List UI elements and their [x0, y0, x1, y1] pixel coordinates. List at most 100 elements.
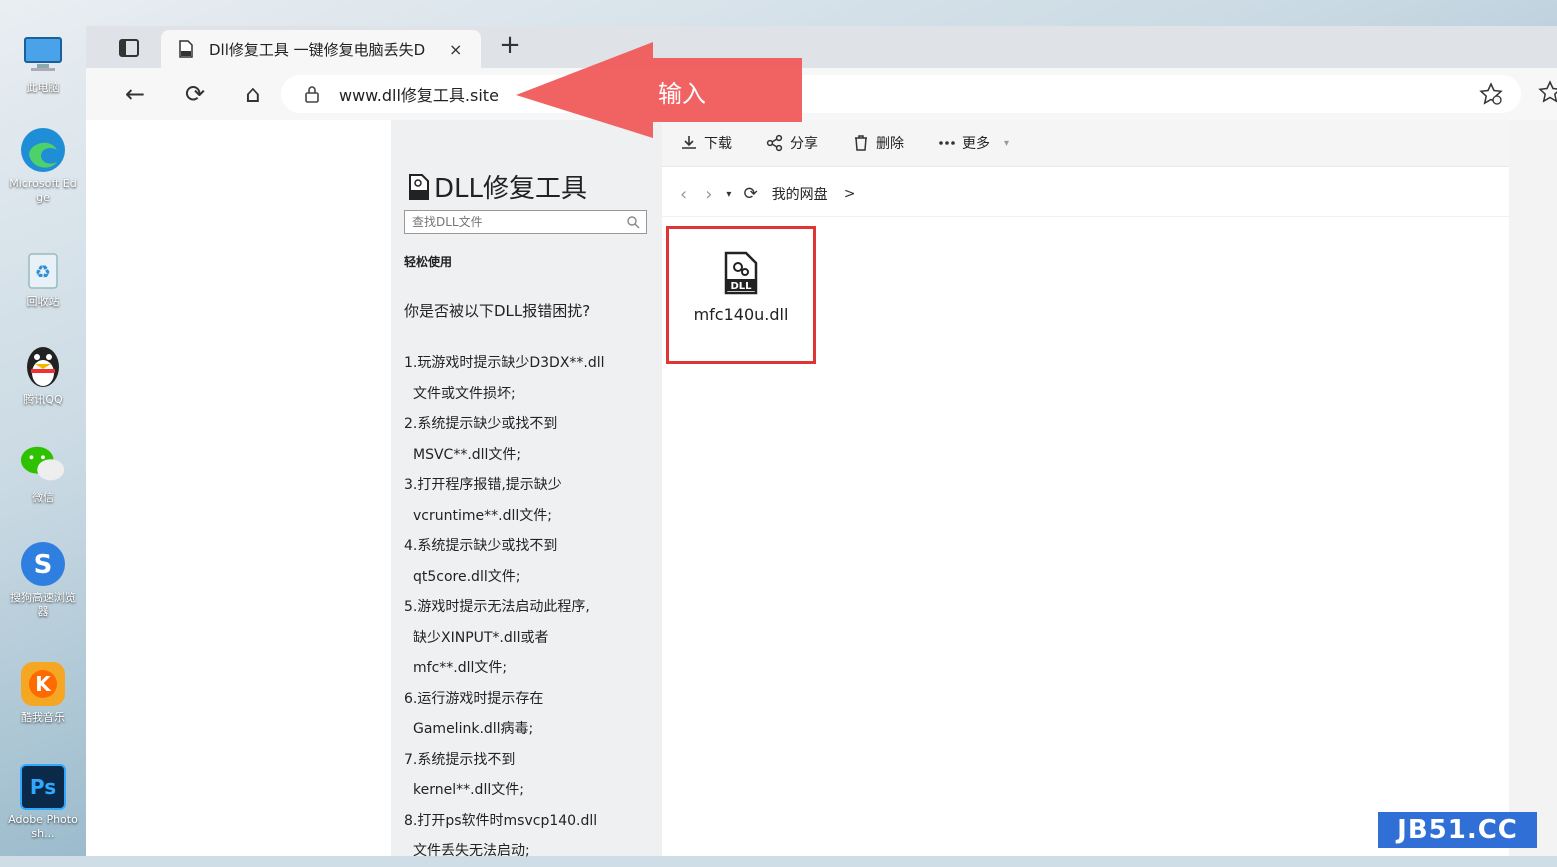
tab-actions-icon — [119, 39, 139, 57]
list-item: 5.游戏时提示无法启动此程序, 缺少XINPUT*.dll或者 mfc**.dl… — [404, 592, 654, 684]
favorites-icon[interactable] — [1538, 80, 1557, 104]
easy-use-heading: 轻松使用 — [404, 255, 453, 269]
delete-label: 删除 — [876, 136, 904, 152]
desktop-icon-label: 搜狗高速浏览器 — [10, 591, 76, 618]
tab-bar: Dll修复工具 一键修复电脑丢失D × + — [86, 26, 1557, 68]
add-favorite-icon[interactable] — [1479, 82, 1503, 106]
dll-search-box — [404, 210, 647, 234]
nav-forward-icon[interactable]: › — [705, 184, 712, 205]
history-dropdown-icon[interactable]: ▾ — [726, 189, 731, 200]
list-item: 6.运行游戏时提示存在 Gamelink.dll病毒; — [404, 684, 654, 745]
issue-line: 缺少XINPUT*.dll或者 — [413, 629, 549, 646]
desktop-icon-qq[interactable]: 腾讯QQ — [6, 342, 80, 407]
file-item-mfc140u[interactable]: DLL mfc140u.dll — [666, 226, 816, 364]
list-item: 1.玩游戏时提示缺少D3DX**.dll 文件或文件损坏; — [404, 348, 654, 409]
refresh-icon[interactable]: ⟳ — [743, 184, 757, 204]
question-heading: 你是否被以下DLL报错困扰? — [404, 302, 591, 320]
tab-actions-button[interactable] — [104, 34, 154, 62]
breadcrumb: ‹ › ▾ ⟳ 我的网盘 > — [662, 172, 1509, 217]
issue-line: Gamelink.dll病毒; — [413, 721, 534, 737]
issue-line: 2.系统提示缺少或找不到 — [404, 416, 558, 432]
home-button[interactable]: ⌂ — [238, 80, 268, 110]
issue-line: qt5core.dll文件; — [413, 568, 521, 585]
computer-icon — [19, 30, 67, 78]
wechat-icon — [19, 440, 67, 488]
photoshop-icon: Ps — [20, 764, 66, 810]
address-url: www.dll修复工具.site — [339, 86, 499, 105]
watermark-logo: JB51.CC — [1378, 812, 1537, 848]
dll-search-input[interactable] — [410, 214, 626, 230]
desktop-icon-wechat[interactable]: 微信 — [6, 440, 80, 505]
issue-line: 8.打开ps软件时msvcp140.dll — [404, 812, 598, 829]
desktop-icon-label: 此电脑 — [26, 81, 60, 94]
back-button[interactable]: ← — [120, 80, 150, 110]
issue-line: 1.玩游戏时提示缺少D3DX**.dll — [404, 355, 605, 371]
annotation-label: 输入 — [658, 80, 706, 108]
desktop-icon-label: 微信 — [32, 491, 54, 504]
desktop-icon-sogou[interactable]: S 搜狗高速浏览器 — [6, 540, 80, 619]
issue-line: MSVC**.dll文件; — [413, 446, 522, 463]
desktop-icon-edge[interactable]: Microsoft Edge — [6, 126, 80, 205]
file-name: mfc140u.dll — [693, 305, 789, 324]
reload-button[interactable]: ⟳ — [180, 80, 210, 110]
breadcrumb-home[interactable]: 我的网盘 — [772, 184, 828, 204]
file-badge-text: DLL — [730, 281, 752, 292]
issue-line: 文件或文件损坏; — [413, 385, 516, 402]
red-arrow-annotation — [516, 42, 802, 138]
breadcrumb-separator: > — [843, 186, 856, 202]
issue-line: 4.系统提示缺少或找不到 — [404, 538, 558, 554]
desktop-icons: 此电脑 Microsoft Edge ♻ 回收站 腾讯QQ 微信 S 搜狗高速浏… — [0, 0, 86, 856]
page-right-margin — [1509, 120, 1557, 856]
trash-icon — [855, 135, 867, 151]
site-title-text: DLL修复工具 — [434, 174, 587, 204]
dll-file-icon: DLL — [724, 251, 758, 295]
desktop-icon-label: Adobe Photosh... — [8, 813, 78, 840]
desktop-icon-label: 腾讯QQ — [23, 393, 63, 406]
tab-close-icon[interactable]: × — [449, 40, 462, 59]
issue-line: 3.打开程序报错,提示缺少 — [404, 477, 562, 493]
tab-dll-tool[interactable]: Dll修复工具 一键修复电脑丢失D × — [161, 30, 481, 68]
list-item: 8.打开ps软件时msvcp140.dll 文件丢失无法启动; — [404, 806, 654, 867]
browser-toolbar: ← ⟳ ⌂ www.dll修复工具.site — [86, 68, 1557, 121]
svg-text:♻: ♻ — [35, 262, 51, 283]
desktop-icon-this-pc[interactable]: 此电脑 — [6, 30, 80, 95]
issue-line: mfc**.dll文件; — [413, 660, 508, 676]
delete-button[interactable]: 删除 — [852, 133, 904, 153]
browser-window: Dll修复工具 一键修复电脑丢失D × + ← ⟳ ⌂ www.dll修复工具.… — [86, 26, 1557, 859]
dropdown-icon: ▾ — [1004, 137, 1010, 149]
search-icon[interactable] — [626, 215, 640, 229]
dll-file-icon — [409, 173, 429, 200]
issue-line: 7.系统提示找不到 — [404, 751, 516, 768]
issue-line: 5.游戏时提示无法启动此程序, — [404, 599, 590, 615]
desktop-icon-label: 酷我音乐 — [21, 711, 65, 724]
desktop-icon-recycle-bin[interactable]: ♻ 回收站 — [6, 244, 80, 309]
sogou-browser-icon: S — [19, 540, 67, 588]
nav-back-icon[interactable]: ‹ — [680, 184, 687, 205]
site-title: DLL修复工具 — [408, 168, 587, 205]
tab-title: Dll修复工具 一键修复电脑丢失D — [209, 40, 426, 59]
issue-line: vcruntime**.dll文件; — [413, 507, 552, 524]
more-dots-icon — [939, 141, 955, 145]
kuwo-music-icon: K — [19, 660, 67, 708]
more-label: 更多 — [962, 136, 990, 152]
edge-icon — [19, 126, 67, 174]
issue-line: kernel**.dll文件; — [413, 782, 524, 798]
dll-tool-sidebar: DLL修复工具 轻松使用 你是否被以下DLL报错困扰? 1.玩游戏时提示缺少D3… — [391, 120, 662, 859]
svg-text:K: K — [35, 672, 52, 696]
list-item: 4.系统提示缺少或找不到 qt5core.dll文件; — [404, 531, 654, 592]
lock-icon — [305, 86, 319, 103]
list-item: 3.打开程序报错,提示缺少 vcruntime**.dll文件; — [404, 470, 654, 531]
desktop-icon-label: 回收站 — [26, 295, 60, 308]
issue-list: 1.玩游戏时提示缺少D3DX**.dll 文件或文件损坏; 2.系统提示缺少或找… — [404, 348, 654, 867]
list-item: 2.系统提示缺少或找不到 MSVC**.dll文件; — [404, 409, 654, 470]
list-item: 7.系统提示找不到 kernel**.dll文件; — [404, 745, 654, 806]
qq-icon — [19, 342, 67, 390]
desktop-icon-photoshop[interactable]: Ps Adobe Photosh... — [6, 764, 80, 841]
address-bar[interactable]: www.dll修复工具.site — [281, 75, 1521, 113]
more-button[interactable]: 更多 ▾ — [938, 133, 1009, 153]
cloud-drive-panel: 下载 分享 删除 更多 ▾ ‹ › ▾ ⟳ 我的网盘 > DLL mfc140u… — [662, 120, 1509, 856]
desktop-icon-kuwo[interactable]: K 酷我音乐 — [6, 660, 80, 725]
web-page: DLL修复工具 轻松使用 你是否被以下DLL报错困扰? 1.玩游戏时提示缺少D3… — [86, 120, 1557, 859]
recycle-bin-icon: ♻ — [19, 244, 67, 292]
dll-file-icon — [179, 40, 193, 58]
